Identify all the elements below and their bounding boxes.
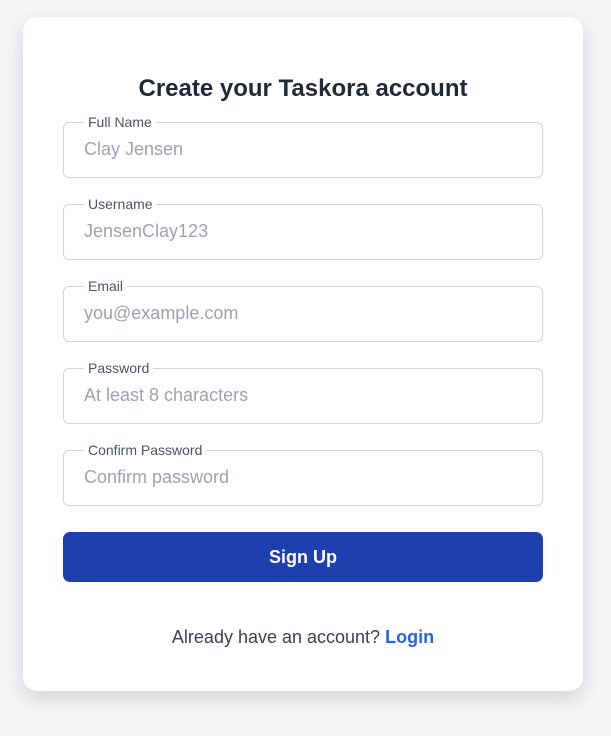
- password-input[interactable]: [84, 385, 524, 406]
- username-label: Username: [84, 196, 157, 212]
- login-prompt: Already have an account? Login: [23, 627, 583, 648]
- confirm-password-input[interactable]: [84, 467, 524, 488]
- email-input[interactable]: [84, 303, 524, 324]
- signup-card: Create your Taskora account Full Name Us…: [23, 17, 583, 691]
- email-label: Email: [84, 278, 128, 294]
- sign-up-button[interactable]: Sign Up: [63, 532, 543, 582]
- login-link[interactable]: Login: [385, 627, 434, 647]
- full-name-field[interactable]: Full Name: [63, 114, 543, 178]
- password-field[interactable]: Password: [63, 360, 543, 424]
- username-input[interactable]: [84, 221, 524, 242]
- page-title: Create your Taskora account: [138, 75, 468, 102]
- confirm-password-field[interactable]: Confirm Password: [63, 442, 543, 506]
- username-field[interactable]: Username: [63, 196, 543, 260]
- email-field[interactable]: Email: [63, 278, 543, 342]
- login-prompt-text: Already have an account?: [171, 627, 381, 647]
- full-name-label: Full Name: [84, 114, 156, 130]
- password-label: Password: [84, 360, 154, 376]
- full-name-input[interactable]: [84, 139, 524, 160]
- confirm-password-label: Confirm Password: [84, 442, 207, 458]
